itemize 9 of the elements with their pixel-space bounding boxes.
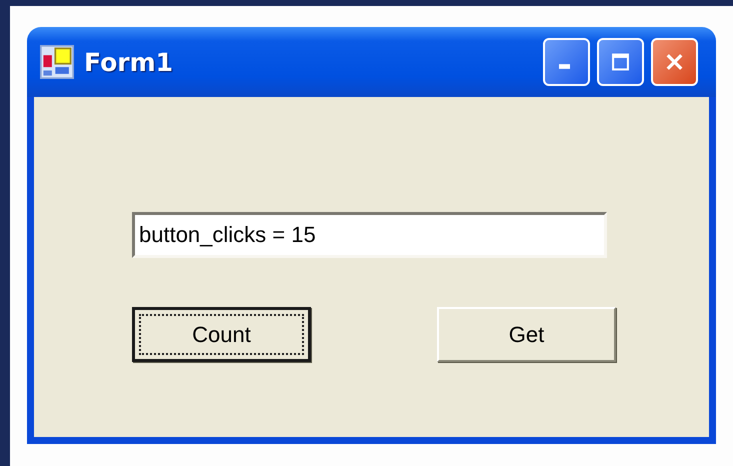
text-field[interactable]: button_clicks = 15: [132, 212, 607, 258]
minimize-icon: [559, 64, 570, 69]
form-button[interactable]: Get: [437, 307, 616, 362]
form-icon: [40, 45, 74, 79]
window-title: Form1: [84, 48, 174, 76]
form-button[interactable]: Count: [132, 307, 311, 362]
minimize-button[interactable]: [543, 38, 590, 86]
close-button[interactable]: [651, 38, 698, 86]
maximize-button[interactable]: [597, 38, 644, 86]
